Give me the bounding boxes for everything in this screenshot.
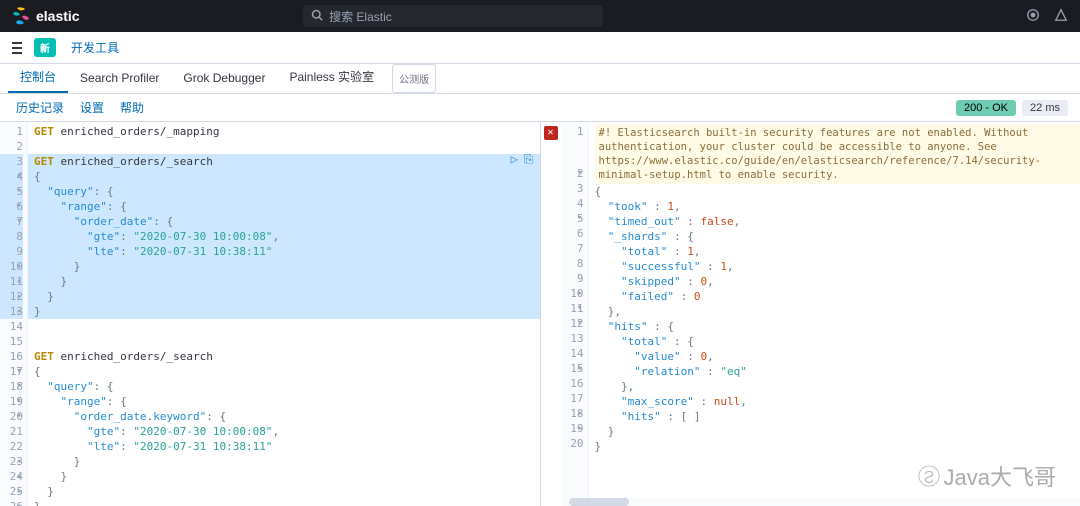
request-options-icon[interactable]: ⎘ [524,152,534,167]
help-icon[interactable] [1054,8,1068,25]
run-actions: ▷ ⎘ [511,152,534,167]
close-warning-icon[interactable]: ✕ [544,126,558,140]
tab-painless-lab[interactable]: Painless 实验室 [277,62,386,93]
response-latency-badge: 22 ms [1022,100,1068,116]
horizontal-scrollbar[interactable] [569,498,1080,506]
beta-badge: 公测版 [392,64,436,93]
tab-search-profiler[interactable]: Search Profiler [68,65,171,93]
tab-console[interactable]: 控制台 [8,62,68,93]
response-status-badge: 200 - OK [956,100,1016,116]
tab-grok-debugger[interactable]: Grok Debugger [171,65,277,93]
dev-tools-link[interactable]: 开发工具 [64,36,126,59]
top-right-icons [1026,8,1068,25]
request-gutter: 1234▾5▾6▾7▾8910▴11▴12▴13▴14151617▾18▾19▾… [0,122,28,506]
send-request-icon[interactable]: ▷ [511,152,518,167]
response-close-col: ✕ [541,122,561,506]
console-toolbar: 历史记录 设置 帮助 200 - OK 22 ms [0,94,1080,122]
brand-logo[interactable]: elastic [0,7,92,25]
help-link[interactable]: 帮助 [112,99,152,116]
search-placeholder: 搜索 Elastic [329,8,392,25]
elastic-logo-icon [12,7,30,25]
top-bar: elastic 搜索 Elastic [0,0,1080,32]
request-code[interactable]: GET enriched_orders/_mappingGET enriched… [28,122,540,506]
settings-link[interactable]: 设置 [72,99,112,116]
response-gutter: 12▾345▾678910▴11▾12▾131415▴161718▴19▴20 [561,122,589,506]
history-link[interactable]: 历史记录 [8,99,72,116]
request-pane[interactable]: 1234▾5▾6▾7▾8910▴11▴12▴13▴14151617▾18▾19▾… [0,122,540,506]
search-icon [311,9,323,24]
nav-toggle-icon[interactable] [8,38,26,58]
sub-bar: 新 开发工具 [0,32,1080,64]
editor-split: 1234▾5▾6▾7▾8910▴11▴12▴13▴14151617▾18▾19▾… [0,122,1080,506]
global-search-input[interactable]: 搜索 Elastic [303,5,603,27]
response-code[interactable]: #! Elasticsearch built-in security featu… [589,122,1080,506]
brand-name: elastic [36,8,80,24]
newsfeed-icon[interactable] [1026,8,1040,25]
tool-tabs: 控制台 Search Profiler Grok Debugger Painle… [0,64,1080,94]
response-pane[interactable]: ✕ 12▾345▾678910▴11▾12▾131415▴161718▴19▴2… [540,122,1080,506]
new-badge: 新 [34,38,56,57]
